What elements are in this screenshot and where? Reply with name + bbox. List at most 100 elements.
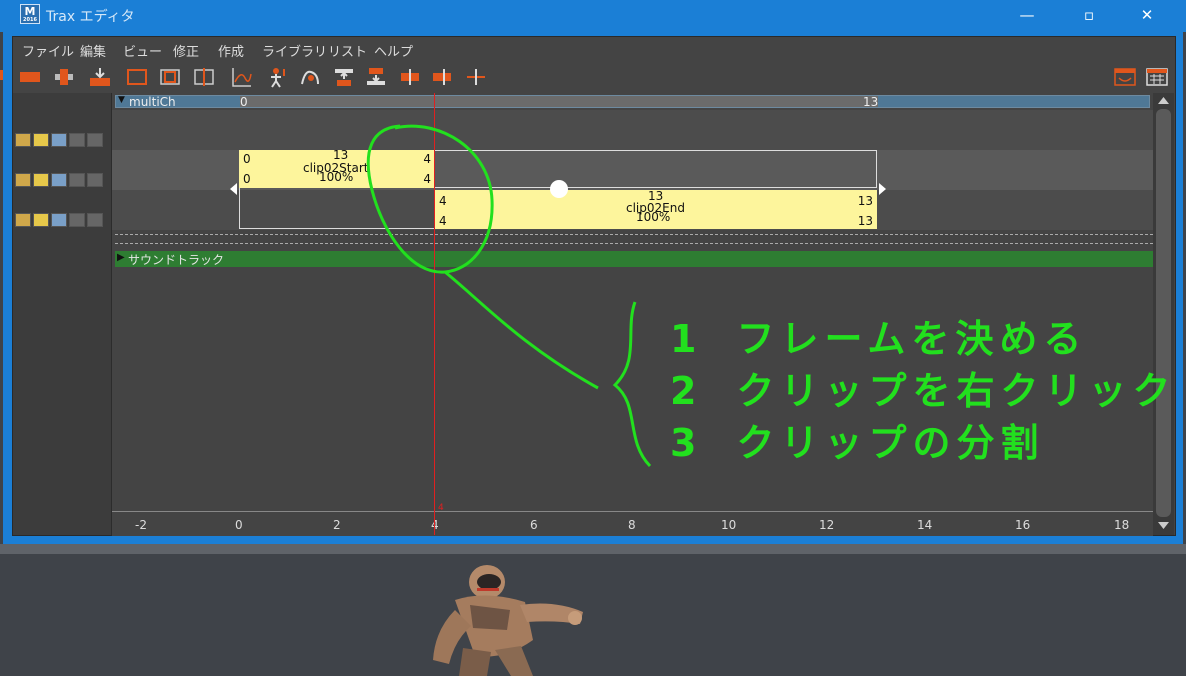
clip-selection-outline: [239, 188, 435, 229]
menu-edit[interactable]: 編集: [80, 41, 106, 60]
lock-icon[interactable]: [15, 133, 31, 147]
viewport-background: [0, 544, 1186, 676]
import-clip-icon[interactable]: [89, 66, 111, 88]
move-up-track-icon[interactable]: [69, 173, 85, 187]
step-text: クリップを右クリック: [736, 369, 1177, 413]
annotation-step-1: 1 フレームを決める: [670, 308, 1087, 363]
scroll-down-icon[interactable]: [1157, 521, 1170, 530]
track-separator: [115, 234, 1153, 235]
move-down-track-icon[interactable]: [87, 133, 103, 147]
solo-icon[interactable]: [33, 173, 49, 187]
frame-selection-icon[interactable]: [159, 66, 181, 88]
clip-start-source-in: 0: [243, 172, 251, 186]
expand-triangle-icon[interactable]: ▶: [117, 252, 125, 263]
move-down-track-icon[interactable]: [87, 213, 103, 227]
time-ruler[interactable]: -2 0 2 4 6 8 10 12 14 16 18: [112, 511, 1153, 536]
menu-file[interactable]: ファイル: [22, 41, 74, 60]
lock-icon[interactable]: [15, 213, 31, 227]
move-down-icon[interactable]: [365, 66, 387, 88]
toggle-clip-ghost-icon[interactable]: [299, 66, 321, 88]
range-end-label: 13: [863, 95, 879, 109]
split-clip-icon[interactable]: [465, 66, 487, 88]
menu-list[interactable]: リスト: [328, 41, 367, 60]
minimize-button[interactable]: —: [1004, 0, 1050, 32]
mute-icon[interactable]: [51, 133, 67, 147]
trim-before-icon[interactable]: [399, 66, 421, 88]
soundtrack-label: サウンドトラック: [128, 253, 225, 267]
character-figure-image: [433, 565, 583, 676]
app-icon: M 2016: [20, 4, 40, 24]
clip-end-source-in: 4: [439, 214, 447, 228]
create-blend-icon[interactable]: [53, 66, 75, 88]
character-set-range: [240, 96, 878, 107]
tick-label: 12: [819, 518, 835, 532]
clip-start[interactable]: 0 13 4 clip02Start 0 100% 4: [239, 148, 435, 188]
move-up-track-icon[interactable]: [69, 213, 85, 227]
step-text: クリップの分割: [736, 421, 1045, 465]
menu-modify[interactable]: 修正: [173, 41, 199, 60]
viewport-top-border: [0, 544, 1186, 554]
move-up-icon[interactable]: [333, 66, 355, 88]
create-clip-icon[interactable]: [19, 66, 41, 88]
clip-right-handle-icon[interactable]: [878, 182, 888, 196]
clip-end[interactable]: 4 13 13 clip02End 4 100% 13: [435, 189, 877, 229]
clip-blend-handle-icon[interactable]: [548, 178, 570, 200]
clip-end-weight: 100%: [636, 210, 671, 224]
clip-start-out-frame: 4: [423, 152, 431, 166]
solo-icon[interactable]: [33, 133, 49, 147]
track-controls-row: [15, 133, 111, 149]
graph-anim-curves-icon[interactable]: [231, 66, 253, 88]
menu-view[interactable]: ビュー: [123, 41, 162, 60]
vertical-scrollbar[interactable]: [1153, 93, 1174, 535]
load-selected-characters-icon[interactable]: [267, 66, 289, 88]
clip-start-source-out: 4: [423, 172, 431, 186]
tick-label: 14: [917, 518, 933, 532]
menu-library[interactable]: ライブラリ: [262, 41, 327, 60]
tick-label: 16: [1015, 518, 1031, 532]
animation-track[interactable]: [112, 110, 1153, 150]
maximize-button[interactable]: ▫: [1066, 0, 1112, 32]
clip-start-weight: 100%: [319, 170, 354, 184]
character-set-name: multiCh: [129, 95, 176, 109]
step-number: 1: [670, 317, 703, 361]
menu-create[interactable]: 作成: [218, 41, 244, 60]
visor-icon[interactable]: [1114, 66, 1136, 88]
mute-icon[interactable]: [51, 173, 67, 187]
toolbar: [13, 61, 1175, 93]
graph-editor-icon[interactable]: [1146, 66, 1168, 88]
move-down-track-icon[interactable]: [87, 173, 103, 187]
soundtrack-bar[interactable]: ▶ サウンドトラック: [115, 251, 1153, 267]
track-controls-row: [15, 213, 111, 229]
clip-end-out-frame: 13: [857, 194, 873, 208]
current-frame-label: 4: [438, 503, 444, 513]
menu-bar: ファイル 編集 ビュー 修正 作成 ライブラリ リスト ヘルプ: [13, 37, 1175, 61]
trim-after-icon[interactable]: [431, 66, 453, 88]
tick-label: 8: [628, 518, 636, 532]
solo-icon[interactable]: [33, 213, 49, 227]
scroll-up-icon[interactable]: [1157, 96, 1170, 105]
clip-end-in-frame: 4: [439, 194, 447, 208]
current-time-indicator[interactable]: [434, 93, 435, 535]
tick-label: 10: [721, 518, 737, 532]
collapse-triangle-icon[interactable]: ▼: [118, 95, 125, 105]
app-icon-version: 2016: [23, 17, 37, 23]
close-button[interactable]: ✕: [1124, 0, 1170, 32]
tick-label: 18: [1114, 518, 1130, 532]
frame-all-icon[interactable]: [126, 66, 148, 88]
tick-label: 0: [235, 518, 243, 532]
menu-help[interactable]: ヘルプ: [374, 41, 413, 60]
window-title: Trax エディタ: [46, 9, 135, 25]
mute-icon[interactable]: [51, 213, 67, 227]
character-set-bar[interactable]: ▼ multiCh 0 13: [115, 95, 1150, 109]
move-up-track-icon[interactable]: [69, 133, 85, 147]
track-controls-panel: [13, 93, 112, 535]
scroll-thumb[interactable]: [1156, 109, 1171, 517]
track-separator: [115, 243, 1153, 244]
frame-playback-range-icon[interactable]: [193, 66, 215, 88]
tick-label: -2: [135, 518, 147, 532]
tick-label: 6: [530, 518, 538, 532]
step-number: 3: [670, 421, 703, 465]
lock-icon[interactable]: [15, 173, 31, 187]
clip-left-handle-icon[interactable]: [228, 182, 238, 196]
tick-label: 2: [333, 518, 341, 532]
